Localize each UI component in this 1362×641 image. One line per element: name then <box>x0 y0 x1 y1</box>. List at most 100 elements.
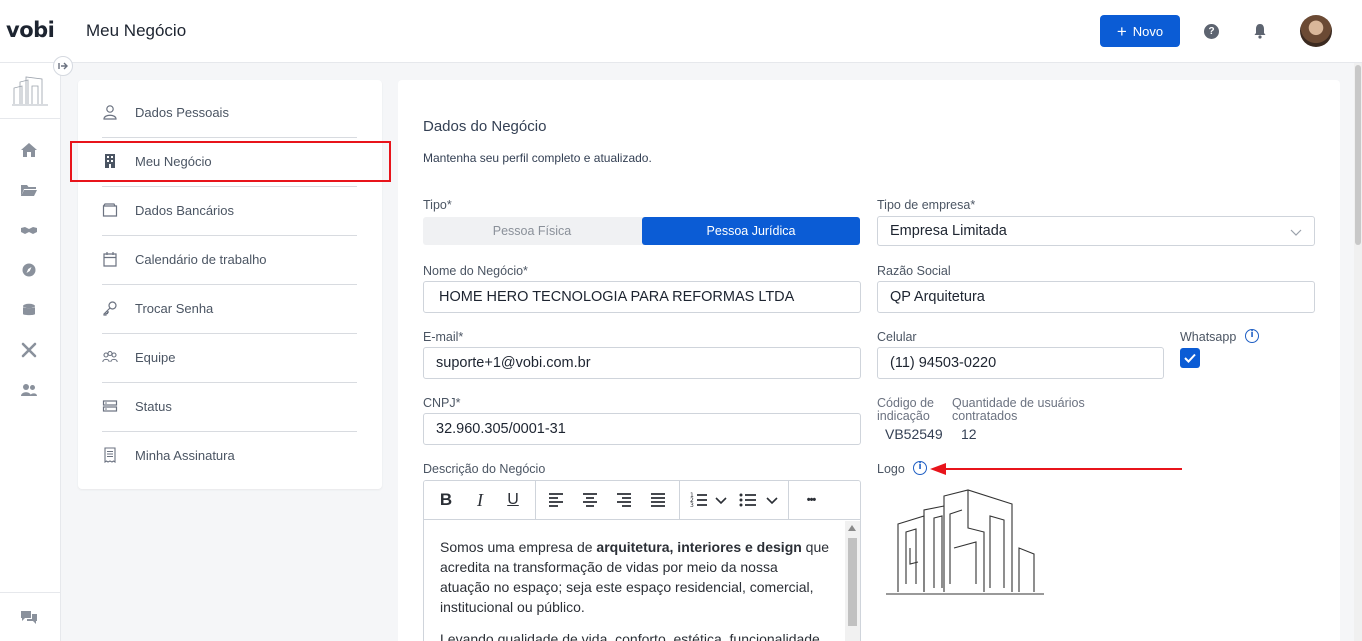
user-avatar[interactable] <box>1300 15 1332 47</box>
plus-icon: + <box>1116 21 1127 41</box>
section-title: Dados do Negócio <box>423 118 547 135</box>
rail-divider <box>0 118 61 119</box>
toolbar-divider <box>679 481 680 520</box>
tipo-option-pessoa-fisica[interactable]: Pessoa Física <box>423 217 641 245</box>
email-value: suporte+1@vobi.com.br <box>436 355 591 371</box>
quantidade-label-line2: contratados <box>952 409 1018 423</box>
chat-icon[interactable] <box>20 609 38 625</box>
section-subtitle: Mantenha seu perfil completo e atualizad… <box>423 151 652 165</box>
menu-item-label: Status <box>135 398 172 414</box>
align-right-icon[interactable] <box>614 490 634 510</box>
celular-input[interactable]: (11) 94503-0220 <box>877 347 1164 379</box>
email-input[interactable]: suporte+1@vobi.com.br <box>423 347 861 379</box>
new-button-label: Novo <box>1132 23 1164 39</box>
info-icon[interactable]: i <box>913 461 927 475</box>
scroll-up-arrow[interactable] <box>848 525 856 531</box>
celular-label: Celular <box>877 330 917 344</box>
info-icon[interactable]: i <box>1245 329 1259 343</box>
more-options-button[interactable]: ••• <box>798 490 824 510</box>
tipo-empresa-label: Tipo de empresa* <box>877 198 976 212</box>
celular-value: (11) 94503-0220 <box>890 355 997 371</box>
logo-label: Logo <box>877 462 905 476</box>
calendar-icon <box>103 252 117 267</box>
menu-item-dados-bancarios[interactable]: Dados Bancários <box>78 186 382 234</box>
menu-item-status[interactable]: Status <box>78 382 382 430</box>
new-button[interactable]: + Novo <box>1100 15 1180 47</box>
codigo-label-line2: indicação <box>877 409 930 423</box>
rail-expand-toggle[interactable] <box>53 56 73 76</box>
users-icon[interactable] <box>20 382 38 398</box>
server-icon <box>102 400 118 412</box>
wallet-icon <box>102 203 118 217</box>
home-icon[interactable] <box>20 142 38 158</box>
top-bar: vobi Meu Negócio + Novo ? <box>0 0 1362 63</box>
scroll-thumb[interactable] <box>848 538 857 626</box>
underline-button[interactable]: U <box>503 490 523 510</box>
rail-divider <box>0 592 61 593</box>
app-logo[interactable]: vobi <box>6 18 55 42</box>
highlight-annotation <box>70 141 391 182</box>
menu-item-equipe[interactable]: Equipe <box>78 333 382 381</box>
editor-toolbar: B I U 123 ••• <box>424 481 860 520</box>
compass-icon[interactable] <box>20 262 38 278</box>
razao-input[interactable]: QP Arquitetura <box>877 281 1315 313</box>
business-logo-image[interactable] <box>884 488 1047 598</box>
menu-item-calendario[interactable]: Calendário de trabalho <box>78 235 382 283</box>
editor-content[interactable]: Somos uma empresa de arquitetura, interi… <box>440 537 830 641</box>
page-scroll-thumb[interactable] <box>1355 65 1361 245</box>
menu-item-label: Minha Assinatura <box>135 447 235 463</box>
cnpj-input[interactable]: 32.960.305/0001-31 <box>423 413 861 445</box>
nome-input[interactable]: HOME HERO TECNOLOGIA PARA REFORMAS LTDA <box>423 281 861 313</box>
business-form-card: Dados do Negócio Mantenha seu perfil com… <box>398 80 1340 641</box>
whatsapp-checkbox[interactable] <box>1180 348 1200 368</box>
team-icon <box>102 350 118 363</box>
menu-item-trocar-senha[interactable]: Trocar Senha <box>78 284 382 332</box>
menu-item-label: Equipe <box>135 349 176 365</box>
menu-item-label: Dados Bancários <box>135 202 234 218</box>
align-left-icon[interactable] <box>546 490 566 510</box>
toolbar-divider <box>535 481 536 520</box>
ordered-list-icon[interactable]: 123 <box>689 490 709 510</box>
nome-value: HOME HERO TECNOLOGIA PARA REFORMAS LTDA <box>439 289 795 305</box>
menu-item-minha-assinatura[interactable]: Minha Assinatura <box>78 431 382 479</box>
cnpj-value: 32.960.305/0001-31 <box>436 421 566 437</box>
check-icon <box>1184 353 1196 363</box>
question-circle-icon[interactable]: ? <box>1204 24 1219 39</box>
codigo-value: VB52549 <box>885 426 943 442</box>
bell-icon[interactable] <box>1253 23 1267 39</box>
quantidade-value: 12 <box>961 426 977 442</box>
tipo-option-pessoa-juridica[interactable]: Pessoa Jurídica <box>642 217 860 245</box>
page-title: Meu Negócio <box>86 21 187 40</box>
cnpj-label: CNPJ* <box>423 396 461 410</box>
menu-item-label: Dados Pessoais <box>135 104 229 120</box>
page-scrollbar[interactable] <box>1354 63 1362 641</box>
toolbar-divider <box>788 481 789 520</box>
descricao-bold-text: arquitetura, interiores e design <box>596 539 802 555</box>
coins-icon[interactable] <box>20 302 38 318</box>
folder-icon[interactable] <box>20 182 38 198</box>
chevron-down-icon <box>1290 229 1302 236</box>
handshake-icon[interactable] <box>20 222 38 238</box>
italic-button[interactable]: I <box>470 490 490 510</box>
chevron-down-icon[interactable] <box>714 490 728 510</box>
tipo-label: Tipo* <box>423 198 452 212</box>
razao-value: QP Arquitetura <box>890 289 985 305</box>
bold-button[interactable]: B <box>436 490 456 510</box>
tipo-segmented-control: Pessoa Física Pessoa Jurídica <box>423 217 860 245</box>
nome-label: Nome do Negócio* <box>423 264 528 278</box>
company-logo-thumbnail[interactable] <box>10 74 50 108</box>
chevron-down-icon[interactable] <box>765 490 779 510</box>
tipo-empresa-select[interactable]: Empresa Limitada <box>877 216 1315 246</box>
key-icon <box>103 301 117 316</box>
align-justify-icon[interactable] <box>648 490 668 510</box>
bullet-list-icon[interactable] <box>738 490 758 510</box>
descricao-rich-text-editor: B I U 123 ••• Somos uma empresa de arqui… <box>423 480 861 641</box>
arrow-annotation <box>930 463 1182 475</box>
svg-text:3: 3 <box>690 502 694 509</box>
menu-item-dados-pessoais[interactable]: Dados Pessoais <box>78 88 382 136</box>
whatsapp-label: Whatsapp <box>1180 330 1237 344</box>
descricao-paragraph: Levando qualidade de vida, conforto, est… <box>440 631 820 641</box>
tools-icon[interactable] <box>20 342 38 358</box>
align-center-icon[interactable] <box>580 490 600 510</box>
editor-scrollbar[interactable] <box>845 521 860 641</box>
